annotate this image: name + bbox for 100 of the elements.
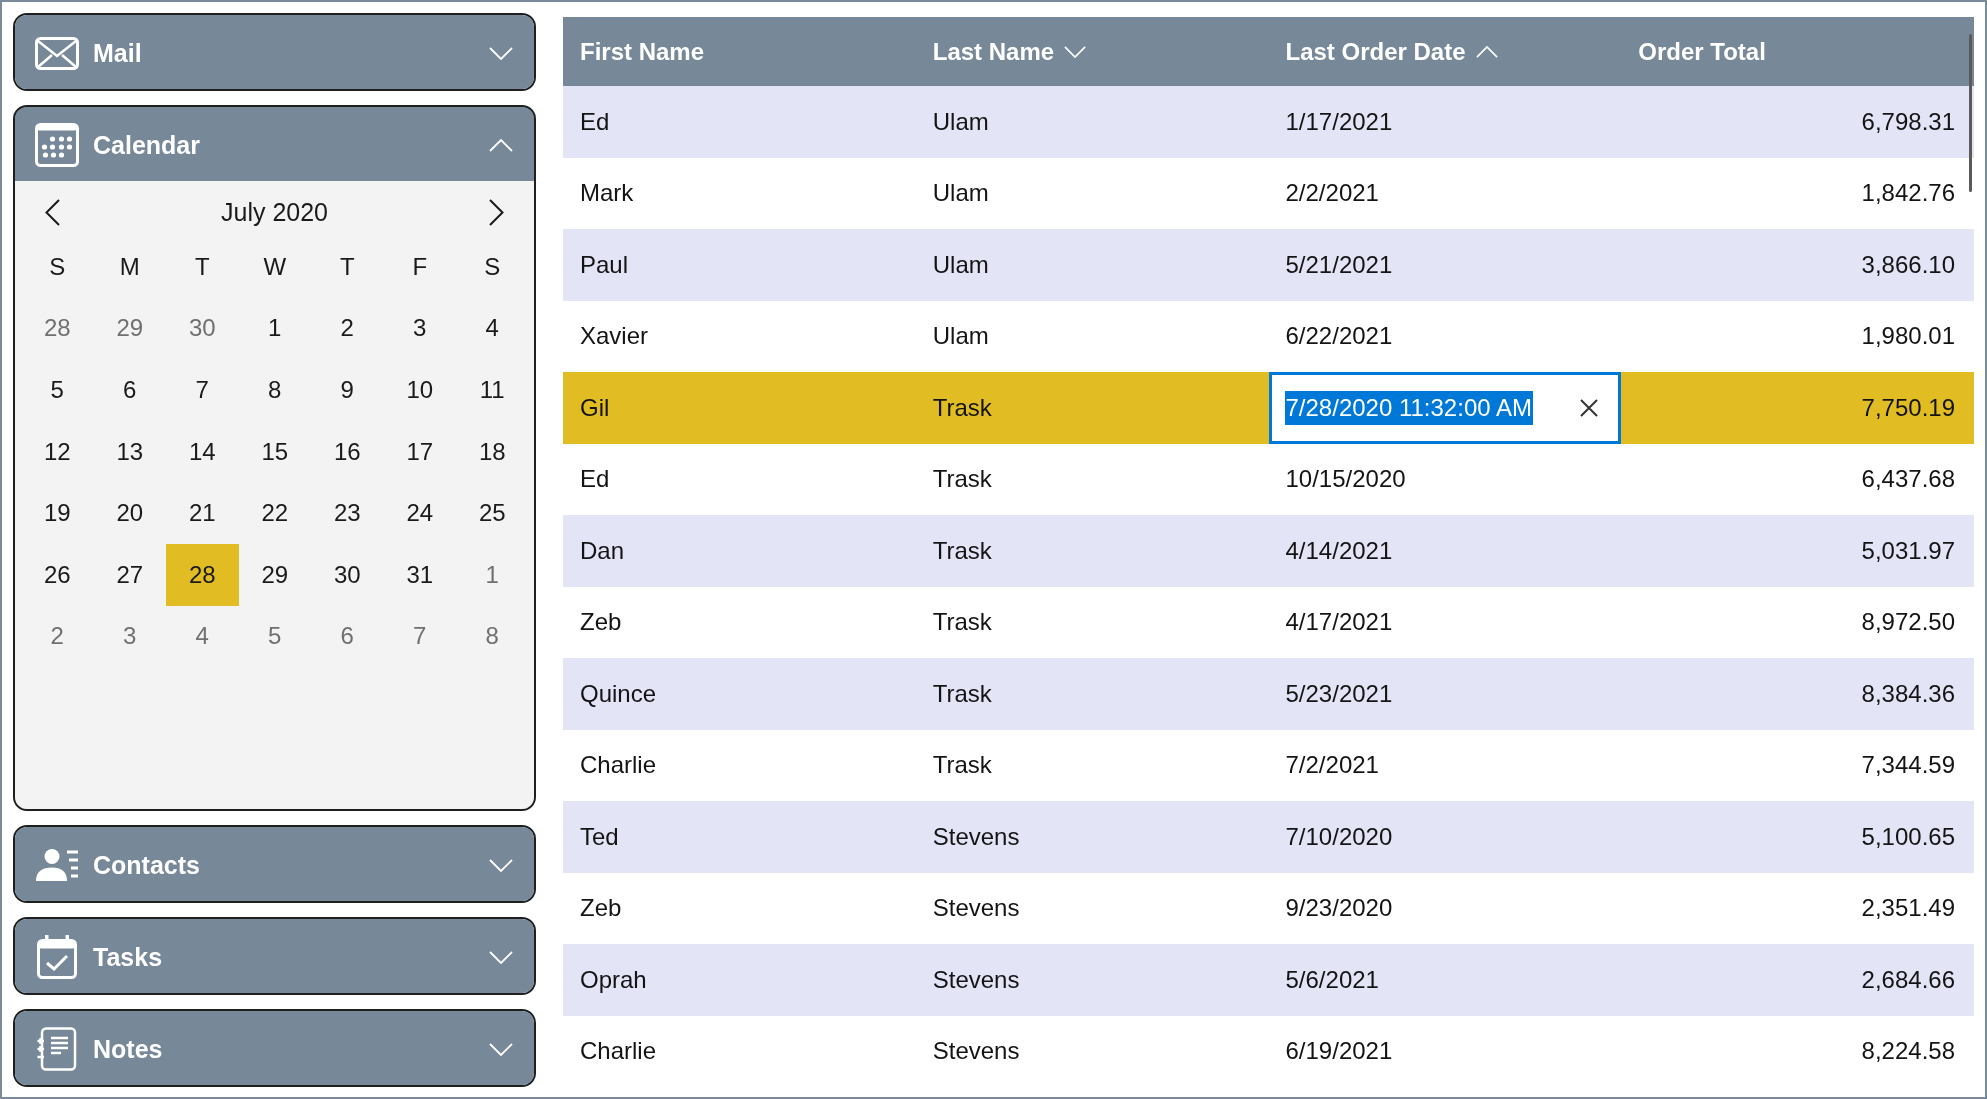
table-cell-text: Charlie — [579, 750, 658, 781]
calendar-day[interactable]: 3 — [93, 605, 166, 668]
table-row[interactable]: Ed Ulam 1/17/2021 6,798.31 — [563, 86, 1974, 158]
month-label: July 2020 — [221, 197, 328, 227]
calendar-day[interactable]: 8 — [456, 605, 529, 668]
table-row[interactable]: Dan Trask 4/14/2021 5,031.97 — [563, 515, 1974, 587]
table-cell-text: Gil — [579, 392, 611, 423]
table-cell-text: Zeb — [579, 893, 623, 924]
calendar-day[interactable]: 24 — [383, 482, 456, 544]
calendar-day[interactable]: 22 — [238, 482, 311, 544]
calendar-day[interactable]: 4 — [456, 297, 529, 360]
chevron-right-icon[interactable] — [489, 198, 504, 226]
accordion-header[interactable]: Notes — [15, 1011, 534, 1085]
calendar-day[interactable]: 14 — [166, 420, 239, 483]
chevron-up-icon[interactable] — [489, 138, 513, 152]
table-cell-text: 7/10/2020 — [1284, 821, 1394, 852]
calendar-day[interactable]: 19 — [21, 482, 94, 544]
table-cell-text: Xavier — [579, 321, 650, 352]
calendar-day[interactable]: 2 — [311, 297, 384, 360]
column-header[interactable]: Order Total — [1621, 37, 1783, 66]
table-cell-text: Oprah — [579, 964, 648, 995]
calendar-day[interactable]: 29 — [238, 543, 311, 606]
calendar-day[interactable]: 26 — [21, 543, 94, 606]
calendar-day[interactable]: 7 — [166, 359, 239, 421]
calendar-day[interactable]: 4 — [166, 605, 239, 668]
table-row[interactable]: Gil Trask 7/28/2020 11:32:00 AM 7,750.19 — [563, 372, 1974, 444]
chevron-down-icon[interactable] — [489, 46, 513, 60]
table-cell-text: 8,224.58 — [1860, 1036, 1956, 1067]
calendar-day[interactable]: 23 — [311, 482, 384, 544]
weekday-label: S — [48, 251, 67, 282]
calendar-day[interactable]: 11 — [456, 359, 529, 421]
calendar-day[interactable]: 30 — [166, 297, 239, 360]
accordion-header[interactable]: Contacts — [15, 827, 534, 901]
table-cell-text: 6,798.31 — [1860, 106, 1956, 137]
accordion-header[interactable]: Mail — [15, 15, 534, 89]
calendar-day[interactable]: 27 — [93, 543, 166, 606]
table-cell-text: Trask — [931, 392, 993, 423]
chevron-up-icon[interactable] — [1475, 45, 1498, 58]
calendar-day[interactable]: 13 — [93, 420, 166, 483]
calendar-day[interactable]: 29 — [93, 297, 166, 360]
calendar-day[interactable]: 15 — [238, 420, 311, 483]
calendar-day[interactable]: 6 — [311, 605, 384, 668]
chevron-left-icon[interactable] — [45, 198, 60, 226]
table-cell-text: Mark — [579, 178, 635, 209]
table-cell-text: 2/2/2021 — [1284, 178, 1380, 209]
calendar-day[interactable]: 1 — [238, 297, 311, 360]
table-cell-text: 8,972.50 — [1860, 607, 1956, 638]
scrollbar-thumb[interactable] — [1969, 34, 1972, 192]
table-row[interactable]: Paul Ulam 5/21/2021 3,866.10 — [563, 229, 1974, 301]
calendar-day[interactable]: 7 — [383, 605, 456, 668]
column-header[interactable]: Last Name — [915, 37, 1104, 66]
date-input[interactable]: 7/28/2020 11:32:00 AM — [1268, 372, 1622, 444]
table-cell-text: 7,750.19 — [1860, 392, 1956, 423]
calendar-day[interactable]: 25 — [456, 482, 529, 544]
weekday-label: W — [262, 251, 288, 282]
table-cell-text: Paul — [579, 249, 630, 280]
calendar-day[interactable]: 9 — [311, 359, 384, 421]
chevron-down-icon[interactable] — [489, 1042, 513, 1056]
calendar-day[interactable]: 20 — [93, 482, 166, 544]
calendar-day[interactable]: 1 — [456, 543, 529, 606]
table-cell-text: Ulam — [931, 106, 990, 137]
calendar-day[interactable]: 3 — [383, 297, 456, 360]
table-cell-text: Ted — [579, 821, 620, 852]
table-row[interactable]: Oprah Stevens 5/6/2021 2,684.66 — [563, 944, 1974, 1016]
calendar-day[interactable]: 16 — [311, 420, 384, 483]
table-cell-text: 2,351.49 — [1860, 893, 1956, 924]
calendar-day[interactable]: 17 — [383, 420, 456, 483]
chevron-down-icon[interactable] — [489, 950, 513, 964]
table-cell-text: 3,866.10 — [1860, 249, 1956, 280]
table-cell-text: Ed — [579, 464, 611, 495]
calendar-day[interactable]: 28 — [21, 297, 94, 360]
calendar-day[interactable]: 31 — [383, 543, 456, 606]
calendar-day[interactable]: 6 — [93, 359, 166, 421]
calendar-day[interactable]: 18 — [456, 420, 529, 483]
table-cell-text: Charlie — [579, 1036, 658, 1067]
accordion-header[interactable]: Tasks — [15, 919, 534, 993]
table-cell-text: 2,684.66 — [1860, 964, 1956, 995]
calendar-day[interactable]: 2 — [21, 605, 94, 668]
contact-card-icon — [35, 848, 79, 882]
column-header[interactable]: Last Order Date — [1268, 37, 1515, 66]
calendar-day[interactable]: 21 — [166, 482, 239, 544]
table-cell-text: 5,031.97 — [1860, 535, 1956, 566]
table-cell-text: 1,842.76 — [1860, 178, 1956, 209]
column-header[interactable]: First Name — [563, 37, 722, 66]
table-row[interactable]: Quince Trask 5/23/2021 8,384.36 — [563, 658, 1974, 730]
table-cell-text: 4/17/2021 — [1284, 607, 1394, 638]
calendar-day[interactable]: 28 — [166, 543, 239, 606]
calendar-day[interactable]: 8 — [238, 359, 311, 421]
chevron-down-icon[interactable] — [1064, 45, 1087, 58]
table-cell-text: 6/22/2021 — [1284, 321, 1394, 352]
calendar-day[interactable]: 5 — [21, 359, 94, 421]
table-cell-text: 5/21/2021 — [1284, 249, 1394, 280]
calendar-day[interactable]: 10 — [383, 359, 456, 421]
calendar-day[interactable]: 30 — [311, 543, 384, 606]
table-row[interactable]: Ted Stevens 7/10/2020 5,100.65 — [563, 801, 1974, 873]
close-icon[interactable] — [1580, 398, 1599, 417]
calendar-day[interactable]: 12 — [21, 420, 94, 483]
chevron-down-icon[interactable] — [489, 858, 513, 872]
table-cell-text: Trask — [931, 678, 993, 709]
calendar-day[interactable]: 5 — [238, 605, 311, 668]
